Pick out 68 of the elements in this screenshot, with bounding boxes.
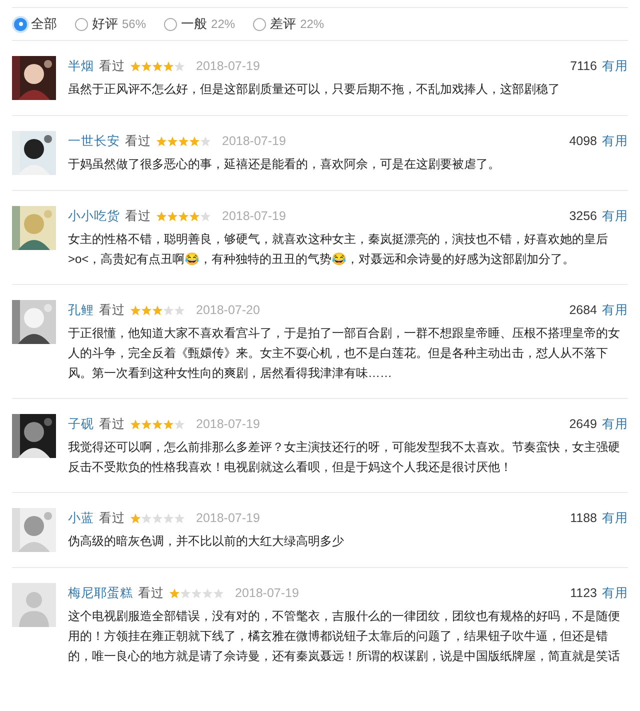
username-link[interactable]: 半烟 [68, 56, 94, 76]
vote-count: 1123 [570, 584, 597, 602]
username-link[interactable]: 子砚 [68, 414, 94, 434]
filled-star-icon [189, 210, 200, 222]
filled-star-icon [152, 60, 163, 72]
filled-star-icon [178, 136, 189, 146]
filter-option[interactable]: 全部 [14, 14, 57, 34]
filled-star-icon [141, 418, 152, 430]
review-date: 2018-07-19 [196, 416, 260, 433]
username-link[interactable]: 小蓝 [68, 508, 94, 528]
vote-count: 2649 [569, 416, 597, 433]
review-text: 女主的性格不错，聪明善良，够硬气，就喜欢这种女主，秦岚挺漂亮的，演技也不错，好喜欢她的皇后>o<，高贵妃有点丑啊😂，有种独特的丑丑的气势😂，对聂远和佘诗曼的好感为这部剧加分了。 [68, 231, 609, 268]
filled-star-icon [130, 512, 141, 524]
filled-star-icon [130, 304, 141, 316]
review-text: 于妈虽然做了很多恶心的事，延禧还是能看的，喜欢阿佘，可是在这剧要被虐了。 [68, 156, 501, 173]
review-date: 2018-07-19 [235, 584, 299, 602]
filled-star-icon [189, 136, 200, 146]
watched-label: 看过 [99, 416, 125, 433]
filled-star-icon [167, 136, 178, 146]
useful-link[interactable]: 有用 [602, 132, 628, 150]
vote-count: 2684 [569, 302, 597, 319]
username-link[interactable]: 一世长安 [68, 132, 120, 150]
username-link[interactable]: 梅尼耶蛋糕 [68, 584, 133, 602]
filled-star-icon [163, 60, 174, 72]
review-date: 2018-07-20 [196, 302, 260, 319]
filled-star-icon [141, 304, 152, 316]
vote-count: 4098 [569, 132, 597, 150]
username-link[interactable]: 小小吃货 [68, 206, 120, 226]
filled-star-icon [141, 60, 152, 72]
filled-star-icon [130, 60, 141, 72]
watched-label: 看过 [125, 208, 151, 225]
default-avatar-icon [12, 583, 56, 627]
filled-star-icon [163, 418, 174, 430]
vote-count: 3256 [569, 208, 597, 225]
review-text: 我觉得还可以啊，怎么前排那么多差评？女主演技还行的呀，可能发型我不太喜欢。节奏蛮快，女主强硬反击不受欺负的性格我喜欢！电视剧就这么看呗，但是于妈这个人我还是很讨厌他！ [68, 439, 621, 476]
review-date: 2018-07-19 [196, 510, 260, 527]
filled-star-icon [130, 418, 141, 430]
review-text: 虽然于正风评不怎么好，但是这部剧质量还可以，只要后期不拖，不乱加戏捧人，这部剧稳了 [68, 81, 561, 98]
review-date: 2018-07-19 [222, 132, 286, 150]
review-date: 2018-07-19 [196, 58, 260, 75]
useful-link[interactable]: 有用 [602, 508, 628, 528]
watched-label: 看过 [125, 132, 151, 150]
useful-link[interactable]: 有用 [602, 414, 628, 434]
useful-link[interactable]: 有用 [602, 584, 628, 602]
useful-link[interactable]: 有用 [602, 206, 628, 226]
useful-link[interactable]: 有用 [602, 56, 628, 76]
vote-count: 7116 [570, 58, 597, 75]
filter-option[interactable]: 差评 22% [253, 14, 324, 34]
review-date: 2018-07-19 [222, 208, 286, 225]
vote-count: 1188 [570, 510, 597, 527]
useful-link[interactable]: 有用 [602, 300, 628, 320]
filled-star-icon [178, 210, 189, 222]
filter-option[interactable]: 一般 22% [164, 14, 236, 34]
review-text: 这个电视剧服造全部错误，没有对的，不管氅衣，吉服什么的一律团纹，团纹也有规格的好吗，不是随便用的！方领挂在雍正朝就下线了，橘玄雅在微博都说钮子太靠后的问题了，结果钮子吹牛逼，但还是错的，唯一良心的地方就是请了佘诗曼，还有秦岚聂远！所谓的权谋剧，说是中国版纸牌屋，简直就是笑话 [68, 608, 621, 665]
filled-star-icon [156, 136, 167, 146]
watched-label: 看过 [138, 584, 164, 602]
watched-label: 看过 [99, 58, 125, 75]
watched-label: 看过 [99, 510, 125, 527]
watched-label: 看过 [99, 302, 125, 319]
filter-option[interactable]: 好评 56% [75, 14, 146, 34]
review-text: 于正很懂，他知道大家不喜欢看宫斗了，于是拍了一部百合剧，一群不想跟皇帝睡、压根不搭理皇帝的女人的斗争，完全反着《甄嬛传》来。女主不耍心机，也不是白莲花。但是各种主动出击，怼人从不落下风。第一次看到这种女性向的爽剧，居然看得我津津有味…… [68, 325, 621, 382]
filled-star-icon [167, 210, 178, 222]
filled-star-icon [152, 418, 163, 430]
username-link[interactable]: 孔鲤 [68, 300, 94, 320]
filled-star-icon [169, 588, 180, 598]
review-text: 伪高级的暗灰色调，并不比以前的大红大绿高明多少 [68, 533, 345, 550]
filled-star-icon [156, 210, 167, 222]
filled-star-icon [152, 304, 163, 316]
